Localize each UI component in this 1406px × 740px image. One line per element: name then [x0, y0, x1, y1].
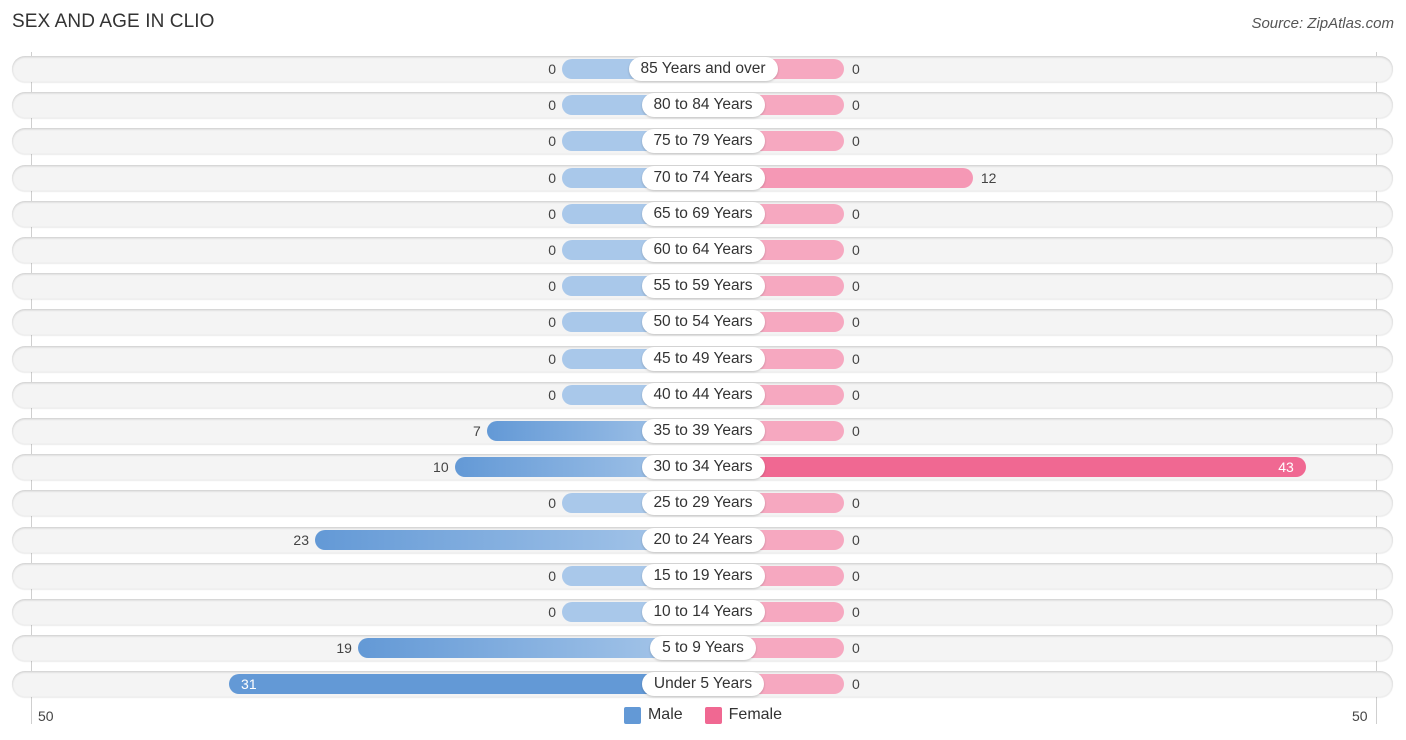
- value-label-female: 0: [852, 314, 860, 331]
- category-label: Under 5 Years: [642, 672, 764, 697]
- legend: Male Female: [0, 706, 1406, 724]
- category-label: 30 to 34 Years: [641, 455, 765, 480]
- value-label-female: 0: [852, 350, 860, 367]
- value-label-male: 19: [336, 640, 352, 657]
- category-label: 85 Years and over: [628, 57, 778, 81]
- category-label: 40 to 44 Years: [641, 382, 765, 407]
- value-label-male: 0: [548, 205, 556, 222]
- category-label: 35 to 39 Years: [641, 419, 765, 443]
- value-label-female: 0: [852, 567, 860, 584]
- value-label-male: 0: [548, 169, 556, 186]
- value-label-female: 12: [980, 169, 997, 186]
- category-label: 55 to 59 Years: [641, 274, 765, 299]
- bar-male[interactable]: [229, 674, 703, 695]
- value-label-male: 7: [473, 423, 481, 439]
- value-label-male: 31: [241, 676, 257, 693]
- value-label-male: 0: [548, 495, 556, 512]
- value-label-female: 0: [852, 242, 860, 258]
- value-label-male: 0: [548, 97, 556, 114]
- value-label-female: 0: [852, 97, 860, 114]
- category-label: 50 to 54 Years: [641, 310, 765, 335]
- value-label-female: 0: [852, 386, 860, 403]
- value-label-male: 0: [548, 133, 556, 150]
- value-label-male: 0: [548, 386, 556, 403]
- legend-item-male[interactable]: Male: [623, 706, 683, 724]
- value-label-female: 0: [852, 640, 860, 657]
- value-label-female: 0: [852, 133, 860, 150]
- value-label-female: 0: [852, 604, 860, 620]
- legend-swatch-male: [623, 706, 641, 724]
- value-label-female: 0: [852, 278, 860, 295]
- category-label: 70 to 74 Years: [641, 165, 765, 190]
- legend-item-female[interactable]: Female: [704, 706, 783, 724]
- legend-label-male: Male: [647, 706, 683, 723]
- category-label: 75 to 79 Years: [641, 129, 765, 154]
- value-label-female: 43: [1278, 459, 1294, 476]
- category-label: 10 to 14 Years: [641, 600, 765, 624]
- value-label-male: 0: [548, 314, 556, 331]
- legend-label-female: Female: [728, 706, 783, 723]
- value-label-female: 0: [852, 676, 860, 693]
- category-label: 45 to 49 Years: [641, 346, 765, 371]
- value-label-female: 0: [852, 495, 860, 512]
- value-label-female: 0: [852, 423, 860, 439]
- value-label-male: 0: [548, 350, 556, 367]
- category-label: 5 to 9 Years: [650, 636, 756, 661]
- value-label-male: 0: [548, 604, 556, 620]
- value-label-female: 0: [852, 61, 860, 77]
- legend-swatch-female: [704, 706, 722, 724]
- value-label-female: 0: [852, 531, 860, 548]
- category-label: 20 to 24 Years: [641, 527, 765, 552]
- category-label: 65 to 69 Years: [641, 201, 765, 226]
- value-label-male: 0: [548, 242, 556, 258]
- value-label-male: 0: [548, 278, 556, 295]
- category-label: 60 to 64 Years: [641, 238, 765, 262]
- value-label-male: 0: [548, 61, 556, 77]
- category-label: 80 to 84 Years: [641, 93, 765, 118]
- value-label-male: 10: [433, 459, 449, 476]
- value-label-male: 0: [548, 567, 556, 584]
- value-label-female: 0: [852, 205, 860, 222]
- value-label-male: 23: [293, 531, 309, 548]
- chart-area: 0 0 85 Years and over 0 0 80 to 84 Years 0 0 75 …: [0, 0, 1406, 740]
- category-label: 15 to 19 Years: [641, 563, 765, 588]
- category-label: 25 to 29 Years: [641, 491, 765, 516]
- bar-female[interactable]: [703, 457, 1306, 478]
